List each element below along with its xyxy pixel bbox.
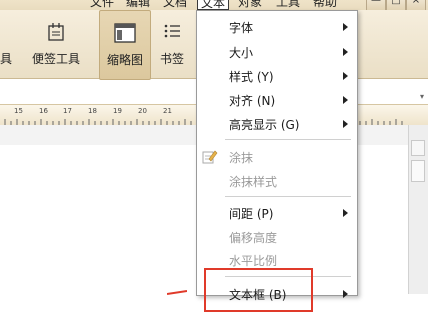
submenu-arrow-icon bbox=[343, 48, 348, 56]
submenu-arrow-icon bbox=[343, 120, 348, 128]
menu-tools[interactable]: 工具 bbox=[276, 0, 300, 10]
menu-item-offset-height: 偏移高度 bbox=[197, 226, 357, 248]
menu-item-smudge-style: 涂抹样式 bbox=[197, 170, 357, 192]
bookmark-label: 书签 bbox=[159, 52, 184, 66]
menu-document[interactable]: 文档 bbox=[163, 0, 187, 10]
menu-item-highlight[interactable]: 高亮显示 (G) bbox=[197, 113, 357, 135]
menu-separator bbox=[225, 196, 351, 197]
scroll-thumb[interactable] bbox=[411, 160, 425, 182]
submenu-arrow-icon bbox=[343, 23, 348, 31]
thumbnail-icon bbox=[114, 23, 136, 46]
menu-item-style[interactable]: 样式 (Y) bbox=[197, 65, 357, 87]
ruler-number: 16 bbox=[39, 107, 48, 115]
thumbnail-button[interactable]: 缩略图 bbox=[99, 10, 151, 80]
ruler-number: 21 bbox=[163, 107, 172, 115]
annotation-highlight-box bbox=[204, 268, 313, 312]
menu-item-spacing[interactable]: 间距 (P) bbox=[197, 202, 357, 224]
menu-item-size[interactable]: 大小 bbox=[197, 41, 357, 63]
menu-item-label: 涂抹 bbox=[229, 151, 254, 165]
menu-item-smudge: 涂抹 bbox=[197, 146, 357, 168]
menu-item-label: 字体 bbox=[229, 21, 254, 35]
menu-text[interactable]: 文本 bbox=[197, 0, 230, 10]
thumbnail-label: 缩略图 bbox=[106, 53, 143, 67]
menu-file[interactable]: 文件 bbox=[90, 0, 114, 10]
note-tool-label: 便签工具 bbox=[31, 52, 80, 66]
submenu-arrow-icon bbox=[343, 290, 348, 298]
menu-item-label: 样式 (Y) bbox=[229, 70, 274, 84]
menu-item-label: 涂抹样式 bbox=[229, 175, 278, 189]
bookmark-icon bbox=[163, 22, 181, 43]
text-menu-dropdown: 字体 大小 样式 (Y) 对齐 (N) 高亮显示 (G) 涂抹 涂抹样式 间距 … bbox=[196, 10, 358, 302]
menu-separator bbox=[225, 139, 351, 140]
annotation-arrow-icon bbox=[167, 290, 187, 295]
menu-help[interactable]: 帮助 bbox=[313, 0, 337, 10]
ruler-number: 20 bbox=[138, 107, 147, 115]
menu-item-label: 偏移高度 bbox=[229, 231, 278, 245]
menu-item-label: 大小 bbox=[229, 46, 254, 60]
smudge-icon bbox=[202, 149, 218, 168]
submenu-arrow-icon bbox=[343, 96, 348, 104]
ruler-number: 17 bbox=[63, 107, 72, 115]
tool-label: 具 bbox=[0, 52, 13, 66]
scroll-up-button[interactable] bbox=[411, 140, 425, 156]
toolbar-expand-icon[interactable]: ▾ bbox=[420, 92, 424, 101]
submenu-arrow-icon bbox=[343, 209, 348, 217]
ruler-number: 19 bbox=[113, 107, 122, 115]
submenu-arrow-icon bbox=[343, 72, 348, 80]
tool-button[interactable]: 具 bbox=[0, 10, 20, 78]
ruler-number: 18 bbox=[88, 107, 97, 115]
menu-item-label: 高亮显示 (G) bbox=[229, 118, 300, 132]
menu-edit[interactable]: 编辑 bbox=[126, 0, 150, 10]
menu-bar: 文件 编辑 文档 文本 对象 工具 帮助 — □ × bbox=[0, 0, 428, 11]
note-icon bbox=[47, 22, 65, 45]
menu-item-label: 间距 (P) bbox=[229, 207, 274, 221]
bookmark-button[interactable]: 书签 bbox=[154, 10, 190, 78]
menu-item-label: 对齐 (N) bbox=[229, 94, 276, 108]
menu-item-label: 水平比例 bbox=[229, 254, 278, 268]
note-tool-button[interactable]: 便签工具 bbox=[28, 10, 84, 78]
ruler-number: 15 bbox=[14, 107, 23, 115]
menu-object[interactable]: 对象 bbox=[238, 0, 262, 10]
window-controls: — □ × bbox=[366, 0, 428, 11]
menu-item-font[interactable]: 字体 bbox=[197, 16, 357, 38]
menu-item-align[interactable]: 对齐 (N) bbox=[197, 89, 357, 111]
